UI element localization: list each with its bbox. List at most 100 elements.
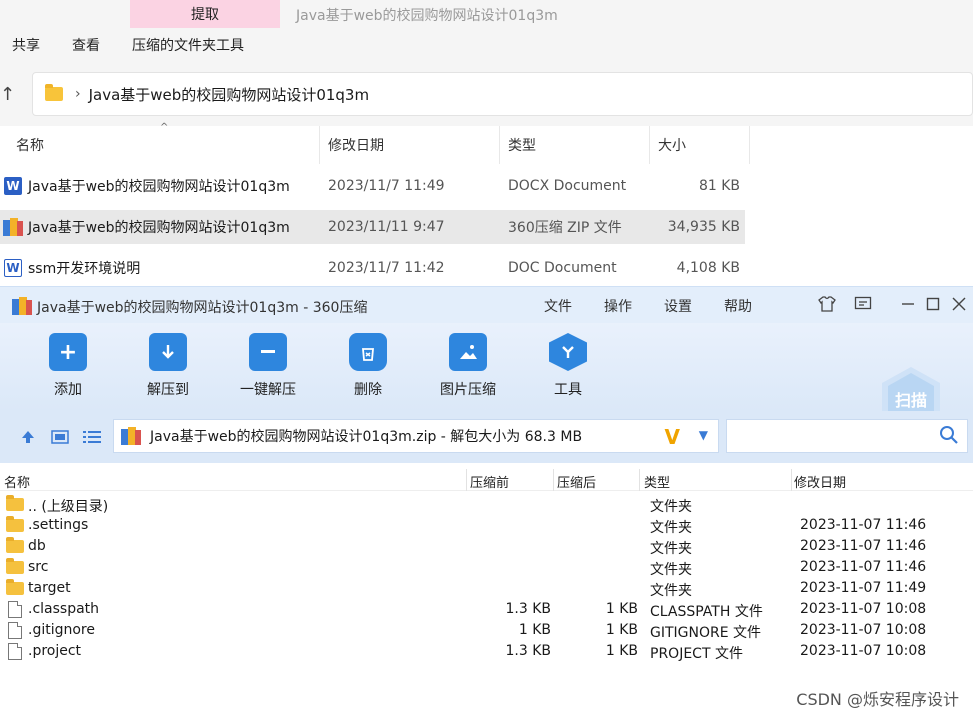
- explorer-file-row[interactable]: W ssm开发环境说明 2023/11/7 11:42 DOC Document…: [0, 251, 745, 285]
- column-name[interactable]: 名称: [8, 126, 320, 164]
- explorer-file-row[interactable]: W Java基于web的校园购物网站设计01q3m 2023/11/7 11:4…: [0, 169, 745, 203]
- up-level-icon[interactable]: [18, 429, 38, 445]
- ribbon-menu: 共享 查看 压缩的文件夹工具: [0, 28, 973, 62]
- folder-icon: [6, 579, 24, 595]
- column-size[interactable]: 大小: [650, 126, 750, 164]
- search-input[interactable]: [726, 419, 968, 453]
- entry-name: .project: [28, 643, 82, 659]
- table-row[interactable]: .project 1.3 KB 1 KB PROJECT 文件 2023-11-…: [0, 642, 973, 663]
- add-button[interactable]: + 添加: [23, 333, 113, 399]
- menu-operate[interactable]: 操作: [604, 296, 632, 316]
- column-before[interactable]: 压缩前: [470, 472, 509, 491]
- column-type[interactable]: 类型: [500, 126, 650, 164]
- extract-to-label: 解压到: [147, 382, 189, 398]
- one-click-extract-label: 一键解压: [240, 382, 296, 398]
- ribbon-top: 提取 Java基于web的校园购物网站设计01q3m: [0, 0, 973, 28]
- feedback-icon[interactable]: [852, 293, 874, 315]
- column-divider[interactable]: [639, 469, 640, 491]
- delete-button[interactable]: 删除: [323, 333, 413, 399]
- menu-share[interactable]: 共享: [12, 35, 40, 55]
- address-bar[interactable]: › Java基于web的校园购物网站设计01q3m: [32, 72, 973, 116]
- entry-modified: 2023-11-07 11:46: [800, 559, 927, 575]
- file-type: DOCX Document: [508, 178, 627, 194]
- minimize-icon[interactable]: [897, 293, 919, 315]
- table-row[interactable]: .gitignore 1 KB 1 KB GITIGNORE 文件 2023-1…: [0, 621, 973, 642]
- table-row[interactable]: db 文件夹 2023-11-07 11:46: [0, 537, 973, 558]
- folder-icon: [6, 516, 24, 532]
- column-divider[interactable]: [791, 469, 792, 491]
- one-click-extract-button[interactable]: 一键解压: [223, 333, 313, 399]
- watermark: CSDN @烁安程序设计: [796, 690, 959, 709]
- menu-settings[interactable]: 设置: [664, 296, 692, 316]
- file-modified: 2023/11/11 9:47: [328, 219, 445, 235]
- table-row[interactable]: .classpath 1.3 KB 1 KB CLASSPATH 文件 2023…: [0, 600, 973, 621]
- entry-after: 1 KB: [605, 643, 638, 659]
- file-type: DOC Document: [508, 260, 617, 276]
- word-icon: W: [4, 177, 22, 195]
- compression-toolbar: + 添加 解压到 一键解压 删除 图片压缩 工具 扫描: [0, 323, 973, 431]
- chevron-right-icon: ›: [75, 86, 81, 102]
- image-compress-button[interactable]: 图片压缩: [423, 333, 513, 399]
- folder-icon: [6, 495, 24, 511]
- entry-type: CLASSPATH 文件: [650, 604, 763, 620]
- delete-icon: [349, 333, 387, 371]
- column-name[interactable]: 名称: [4, 472, 30, 491]
- entry-name: .classpath: [28, 601, 100, 617]
- column-after[interactable]: 压缩后: [557, 472, 596, 491]
- folder-icon: [45, 84, 63, 101]
- entry-modified: 2023-11-07 10:08: [800, 643, 927, 659]
- entry-name: .gitignore: [28, 622, 95, 638]
- chevron-down-icon[interactable]: ▼: [699, 428, 708, 442]
- table-row[interactable]: target 文件夹 2023-11-07 11:49: [0, 579, 973, 600]
- file-size: 4,108 KB: [676, 260, 740, 276]
- thumbnail-view-icon[interactable]: [50, 429, 70, 445]
- image-compress-icon: [449, 333, 487, 371]
- app-zip-icon: [12, 297, 32, 315]
- menu-view[interactable]: 查看: [72, 35, 100, 55]
- folder-icon: [6, 537, 24, 553]
- file-name: ssm开发环境说明: [28, 261, 141, 277]
- menu-compressed-folder-tools[interactable]: 压缩的文件夹工具: [132, 35, 244, 55]
- menu-file[interactable]: 文件: [544, 296, 572, 316]
- archive-column-headers: 名称 压缩前 压缩后 类型 修改日期: [0, 469, 973, 491]
- file-name: Java基于web的校园购物网站设计01q3m: [28, 179, 290, 195]
- maximize-icon[interactable]: [922, 293, 944, 315]
- entry-name: src: [28, 559, 49, 575]
- file-icon: [8, 643, 22, 660]
- column-type[interactable]: 类型: [644, 472, 670, 491]
- list-view-icon[interactable]: [82, 429, 102, 445]
- entry-before: 1 KB: [518, 622, 551, 638]
- column-divider[interactable]: [466, 469, 467, 491]
- compression-title: Java基于web的校园购物网站设计01q3m - 360压缩: [37, 300, 368, 316]
- column-divider[interactable]: [553, 469, 554, 491]
- entry-type: PROJECT 文件: [650, 646, 743, 662]
- explorer-column-headers: ^ 名称 修改日期 类型 大小: [0, 122, 750, 164]
- breadcrumb[interactable]: Java基于web的校园购物网站设计01q3m: [89, 84, 369, 105]
- close-icon[interactable]: [948, 293, 970, 315]
- column-modified[interactable]: 修改日期: [794, 472, 846, 491]
- extract-tab[interactable]: 提取: [130, 0, 280, 28]
- archive-path-box[interactable]: Java基于web的校园购物网站设计01q3m.zip - 解包大小为 68.3…: [113, 419, 719, 453]
- up-arrow-icon[interactable]: ↑: [0, 84, 15, 105]
- extract-to-button[interactable]: 解压到: [123, 333, 213, 399]
- add-icon: +: [49, 333, 87, 371]
- zip-icon: [121, 427, 141, 445]
- tools-button[interactable]: 工具: [523, 333, 613, 399]
- entry-after: 1 KB: [605, 622, 638, 638]
- tools-label: 工具: [554, 382, 582, 398]
- search-icon[interactable]: [939, 425, 959, 445]
- v-logo-icon[interactable]: V: [665, 425, 680, 449]
- archive-path-text: Java基于web的校园购物网站设计01q3m.zip - 解包大小为 68.3…: [150, 429, 583, 445]
- shirt-skin-icon[interactable]: [816, 293, 838, 315]
- menu-help[interactable]: 帮助: [724, 296, 752, 316]
- file-modified: 2023/11/7 11:49: [328, 178, 445, 194]
- one-click-extract-icon: [249, 333, 287, 371]
- column-modified[interactable]: 修改日期: [320, 126, 500, 164]
- table-row[interactable]: .. (上级目录) 文件夹: [0, 495, 973, 516]
- table-row[interactable]: src 文件夹 2023-11-07 11:46: [0, 558, 973, 579]
- table-row[interactable]: .settings 文件夹 2023-11-07 11:46: [0, 516, 973, 537]
- explorer-file-row-selected[interactable]: Java基于web的校园购物网站设计01q3m 2023/11/11 9:47 …: [0, 210, 745, 244]
- delete-label: 删除: [354, 382, 382, 398]
- add-label: 添加: [54, 382, 82, 398]
- file-icon: [8, 601, 22, 618]
